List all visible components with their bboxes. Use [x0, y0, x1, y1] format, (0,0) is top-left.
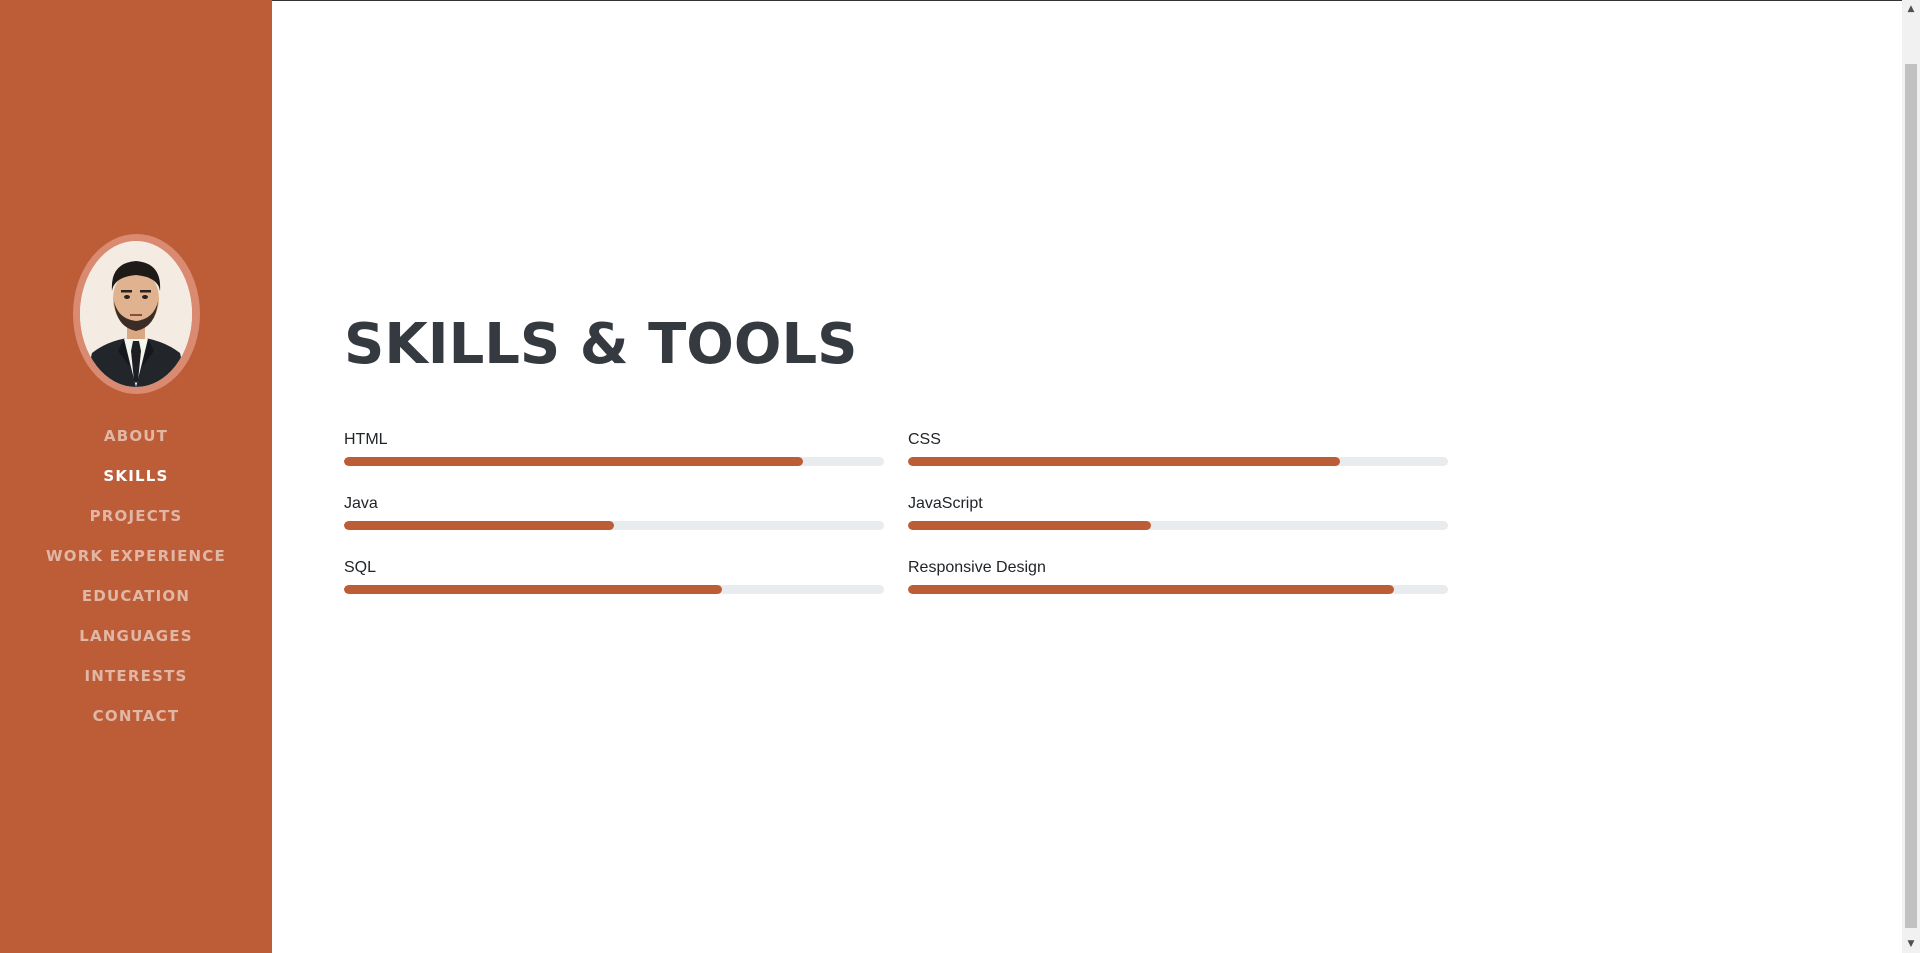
skill-progress-fill [908, 521, 1151, 530]
sidebar-nav: ABOUT SKILLS PROJECTS WORK EXPERIENCE ED… [46, 420, 226, 740]
skill-item-java: Java [344, 494, 884, 558]
skill-name: Responsive Design [908, 559, 1046, 576]
skill-progress-fill [344, 457, 803, 466]
skill-progress-track [344, 457, 884, 466]
skill-progress-fill [908, 457, 1340, 466]
skill-name: CSS [908, 431, 941, 448]
nav-item-interests[interactable]: INTERESTS [46, 660, 226, 700]
skill-item-responsive-design: Responsive Design [908, 558, 1448, 622]
skill-progress-track [344, 521, 884, 530]
nav-item-work-experience[interactable]: WORK EXPERIENCE [46, 540, 226, 580]
sidebar: ABOUT SKILLS PROJECTS WORK EXPERIENCE ED… [0, 0, 272, 953]
nav-item-projects[interactable]: PROJECTS [46, 500, 226, 540]
nav-item-languages[interactable]: LANGUAGES [46, 620, 226, 660]
skill-name: JavaScript [908, 495, 983, 512]
avatar-frame [72, 234, 200, 394]
scrollbar-thumb[interactable] [1905, 64, 1917, 928]
skill-progress-track [908, 457, 1448, 466]
skill-item-css: CSS [908, 430, 1448, 494]
skill-item-javascript: JavaScript [908, 494, 1448, 558]
skill-progress-fill [344, 585, 722, 594]
profile-photo-icon [80, 241, 192, 387]
avatar [80, 241, 192, 387]
nav-item-contact[interactable]: CONTACT [46, 700, 226, 740]
skill-progress-fill [908, 585, 1394, 594]
section-title: SKILLS & TOOLS [344, 312, 858, 377]
skill-progress-track [908, 585, 1448, 594]
chevron-down-icon[interactable]: ▼ [1902, 935, 1920, 953]
nav-item-skills[interactable]: SKILLS [46, 460, 226, 500]
skill-name: HTML [344, 431, 388, 448]
vertical-scrollbar[interactable]: ▲ ▼ [1902, 0, 1920, 953]
skill-item-html: HTML [344, 430, 884, 494]
nav-item-education[interactable]: EDUCATION [46, 580, 226, 620]
chevron-up-icon[interactable]: ▲ [1902, 0, 1920, 18]
skill-progress-fill [344, 521, 614, 530]
main-content: SKILLS & TOOLS HTML CSS Java JavaScript … [272, 0, 1902, 953]
skill-name: SQL [344, 559, 377, 576]
skill-progress-track [908, 521, 1448, 530]
skill-name: Java [344, 495, 378, 512]
nav-item-about[interactable]: ABOUT [46, 420, 226, 460]
skills-grid: HTML CSS Java JavaScript SQL Responsive … [344, 430, 1448, 622]
skill-progress-track [344, 585, 884, 594]
skill-item-sql: SQL [344, 558, 884, 622]
